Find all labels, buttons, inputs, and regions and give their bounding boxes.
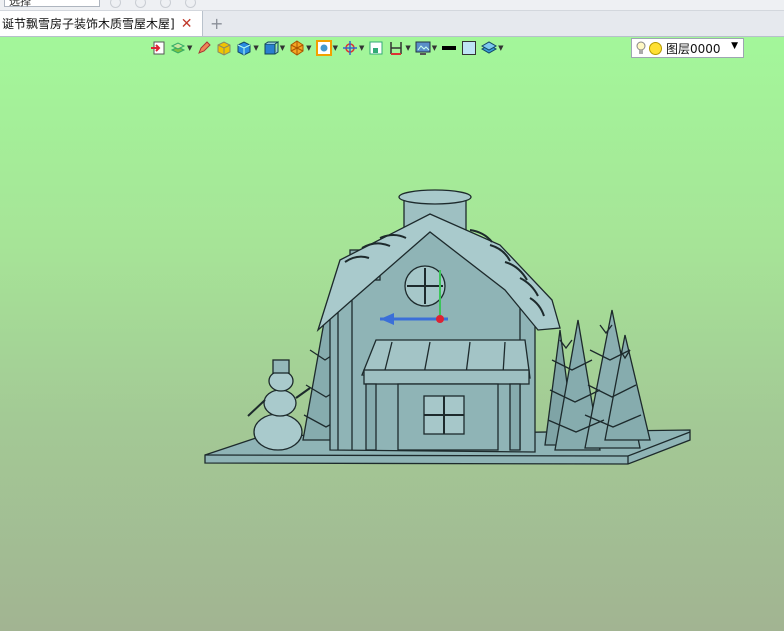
- house-3d-model[interactable]: [0, 0, 784, 631]
- pine-trees: [544, 309, 651, 451]
- snowman: [247, 359, 311, 451]
